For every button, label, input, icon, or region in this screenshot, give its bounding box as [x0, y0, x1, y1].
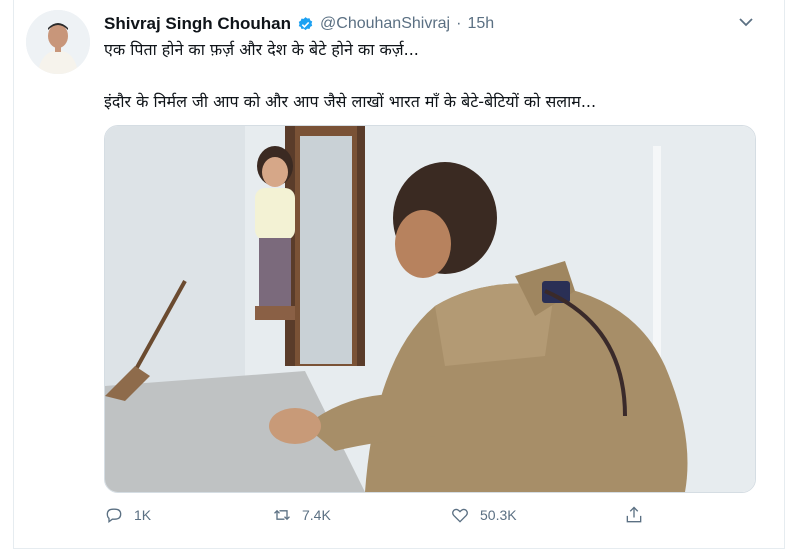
- retweet-icon: [274, 509, 290, 521]
- tweet-timestamp[interactable]: 15h: [467, 15, 494, 33]
- like-button[interactable]: 50.3K: [450, 505, 517, 525]
- tweet-text-line-2: इंदौर के निर्मल जी आप को और आप जैसे लाखो…: [104, 92, 597, 111]
- verified-badge-icon: [298, 16, 313, 30]
- share-button[interactable]: [624, 505, 644, 525]
- share-icon: [626, 506, 642, 523]
- author-name[interactable]: Shivraj Singh Chouhan: [104, 14, 291, 34]
- author-avatar[interactable]: [26, 10, 90, 74]
- tweet-actions: 1K 7.4K 50.3K: [104, 505, 664, 529]
- heart-icon: [452, 508, 468, 523]
- reply-icon: [106, 508, 122, 523]
- chevron-down-icon[interactable]: [736, 12, 756, 32]
- reply-count: 1K: [134, 507, 152, 523]
- photo-image: [105, 126, 755, 492]
- tweet-text-line-1: एक पिता होने का फ़र्ज़ और देश के बेटे हो…: [104, 40, 419, 59]
- tweet-header: Shivraj Singh Chouhan @ChouhanShivraj · …: [104, 12, 494, 36]
- reply-button[interactable]: 1K: [104, 505, 151, 525]
- avatar-image: [26, 10, 90, 74]
- separator-dot: ·: [456, 15, 462, 32]
- tweet-photo[interactable]: [104, 125, 756, 493]
- like-count: 50.3K: [480, 507, 517, 523]
- retweet-count: 7.4K: [302, 507, 331, 523]
- retweet-button[interactable]: 7.4K: [272, 505, 331, 525]
- author-handle[interactable]: @ChouhanShivraj: [320, 15, 450, 33]
